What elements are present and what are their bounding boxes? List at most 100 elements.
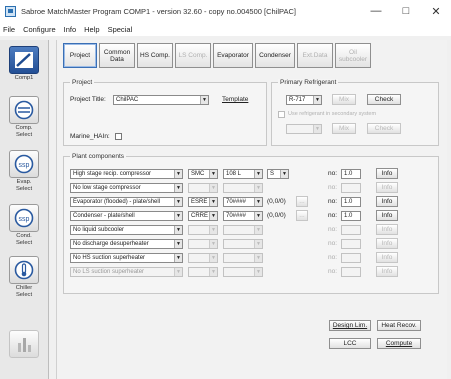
tab-condenser[interactable]: Condenser [255,43,295,68]
component-select[interactable]: No discharge desuperheater ▼ [70,239,183,249]
info-button[interactable]: Info [376,238,398,249]
chiller-icon [9,256,39,284]
no-input[interactable] [341,267,361,277]
model-select[interactable]: ▼ [188,267,218,277]
chevron-down-icon: ▼ [254,212,262,220]
mix2-button[interactable]: Mix [332,123,356,134]
component-select[interactable]: Evaporator (flooded) - plate/shell ▼ [70,197,183,207]
info-button[interactable]: Info [376,168,398,179]
component-select[interactable]: High stage recip. compressor ▼ [70,169,183,179]
project-title-label: Project Title: [70,96,106,103]
refrigerant-select[interactable]: R-717 ▼ [286,95,322,105]
tab-evaporator[interactable]: Evaporator [213,43,253,68]
template-button[interactable]: Template [222,96,248,103]
no-input[interactable] [341,183,361,193]
component-select[interactable]: No LS suction superheater ▼ [70,267,183,277]
no-input[interactable] [341,225,361,235]
menu-file[interactable]: File [3,25,15,34]
title-bar: Sabroe MatchMaster Program COMP1 - versi… [0,0,451,22]
no-input[interactable]: 1.0 [341,211,361,221]
menu-special[interactable]: Special [108,25,133,34]
no-input[interactable] [341,253,361,263]
no-input[interactable]: 1.0 [341,169,361,179]
heat-recovery-button[interactable]: Heat Recov. [377,320,421,331]
info-button[interactable]: Info [376,210,398,221]
component-name: No HS suction superheater [73,255,146,261]
project-title-input[interactable]: ChilPAC ▼ [113,95,209,105]
no-label: no: [328,198,338,205]
minimize-button[interactable]: — [361,0,391,22]
maximize-button[interactable]: □ [391,0,421,22]
tab-project[interactable]: Project [63,43,97,68]
size-select[interactable]: 70#### ▼ [223,197,263,207]
tab-ext-data[interactable]: Ext.Data [297,43,333,68]
secondary-refrigerant-checkbox[interactable] [278,111,285,118]
design-limits-button[interactable]: Design Lim. [329,320,371,331]
size-select[interactable]: 108 L ▼ [223,169,263,179]
chevron-down-icon: ▼ [209,184,217,192]
size-select[interactable]: ▼ [223,239,263,249]
tab-oil-subcooler[interactable]: Oil subcooler [335,43,371,68]
mix-button[interactable]: Mix [332,94,356,105]
chevron-down-icon: ▼ [280,170,288,178]
ellipsis-button[interactable]: ... [296,210,308,221]
sidebar-item-label: Comp. Select [15,125,33,138]
toolbar: Project Common Data HS Comp. LS Comp. Ev… [63,43,373,70]
menu-help[interactable]: Help [84,25,99,34]
component-select[interactable]: Condenser - plate/shell ▼ [70,211,183,221]
sidebar-item-cond-select[interactable]: ssp Cond. Select [4,204,44,246]
menu-configure[interactable]: Configure [23,25,56,34]
marine-checkbox[interactable] [115,133,122,140]
tab-ls-comp[interactable]: LS Comp. [175,43,211,68]
no-label: no: [328,170,338,177]
type-select[interactable]: S ▼ [267,169,289,179]
chevron-down-icon: ▼ [254,184,262,192]
component-select[interactable]: No liquid subcooler ▼ [70,225,183,235]
info-button[interactable]: Info [376,266,398,277]
size-select[interactable]: ▼ [223,183,263,193]
lcc-button[interactable]: LCC [329,338,371,349]
tab-hs-comp[interactable]: HS Comp. [137,43,173,68]
model-select[interactable]: ▼ [188,225,218,235]
model-select[interactable]: ▼ [188,239,218,249]
check-button[interactable]: Check [367,94,401,105]
compute-button[interactable]: Compute [377,338,421,349]
chevron-down-icon: ▼ [174,212,182,220]
chevron-down-icon: ▼ [174,268,182,276]
no-label: no: [328,240,338,247]
sidebar-item-chiller-select[interactable]: Chiller Select [4,256,44,298]
sidebar-item-comp-select[interactable]: Comp. Select [4,96,44,138]
menu-info[interactable]: Info [64,25,77,34]
info-button[interactable]: Info [376,252,398,263]
model-select[interactable]: ▼ [188,253,218,263]
close-button[interactable]: ✕ [421,0,451,22]
info-button[interactable]: Info [376,196,398,207]
model-select[interactable]: ESRE ▼ [188,197,218,207]
sidebar-item-label: Chiller Select [15,285,33,298]
no-input[interactable] [341,239,361,249]
chevron-down-icon: ▼ [209,170,217,178]
tab-common-data[interactable]: Common Data [99,43,135,68]
size-select[interactable]: ▼ [223,267,263,277]
model-select[interactable]: CRRE ▼ [188,211,218,221]
plant-legend: Plant components [70,153,127,160]
component-select[interactable]: No low stage compressor ▼ [70,183,183,193]
model-value: ESRE [191,199,208,205]
check2-button[interactable]: Check [367,123,401,134]
info-button[interactable]: Info [376,224,398,235]
size-select[interactable]: 70#### ▼ [223,211,263,221]
component-select[interactable]: No HS suction superheater ▼ [70,253,183,263]
svg-text:ssp: ssp [19,216,30,223]
size-select[interactable]: ▼ [223,253,263,263]
condenser-icon: ssp [9,204,39,232]
secondary-refrigerant-select[interactable]: ▼ [286,124,322,134]
model-select[interactable]: ▼ [188,183,218,193]
model-select[interactable]: SMC ▼ [188,169,218,179]
sidebar-item-comp1[interactable]: Comp1 [4,46,44,82]
sidebar-item-results[interactable] [4,330,44,358]
ellipsis-button[interactable]: ... [296,196,308,207]
sidebar-item-evap-select[interactable]: ssp Evap. Select [4,150,44,192]
no-input[interactable]: 1.0 [341,197,361,207]
info-button[interactable]: Info [376,182,398,193]
size-select[interactable]: ▼ [223,225,263,235]
